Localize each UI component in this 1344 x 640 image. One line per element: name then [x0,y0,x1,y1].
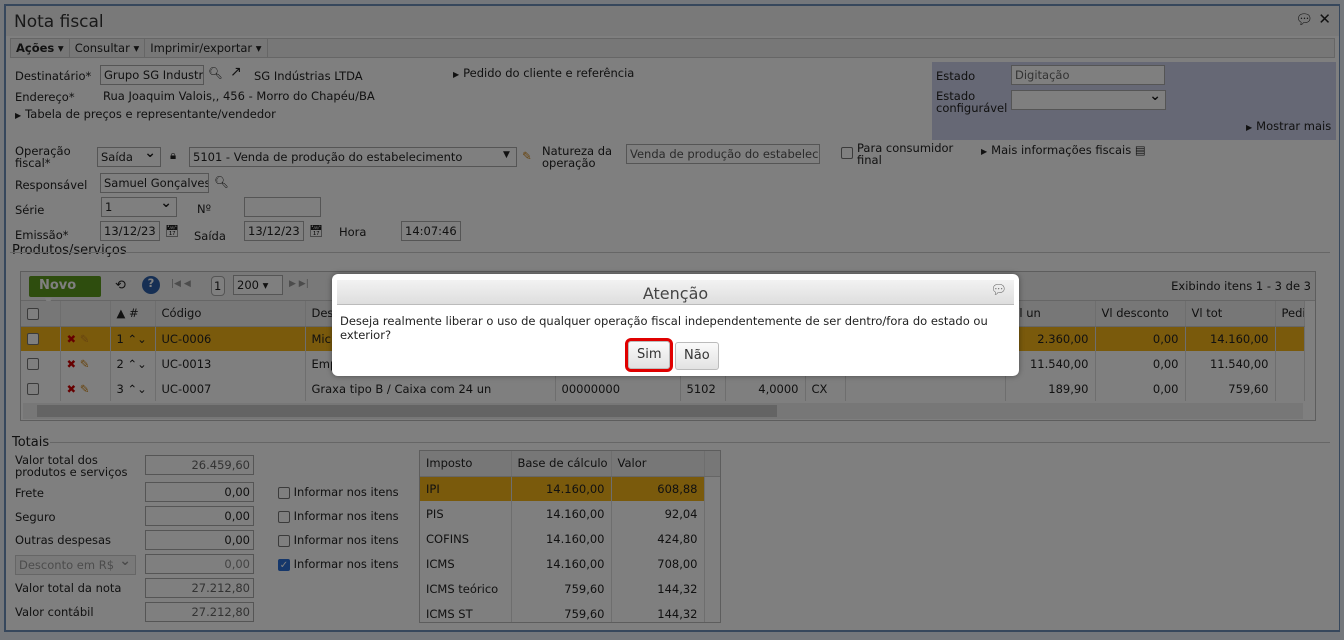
attention-dialog: Atenção 💬︎ Deseja realmente liberar o us… [332,274,1019,376]
yes-button[interactable]: Sim [625,338,673,372]
no-button[interactable]: Não [675,342,719,370]
dialog-message: Deseja realmente liberar o uso de qualqu… [340,314,988,342]
dialog-title: Atenção [337,280,1014,305]
comment-icon[interactable]: 💬︎ [990,283,1007,298]
